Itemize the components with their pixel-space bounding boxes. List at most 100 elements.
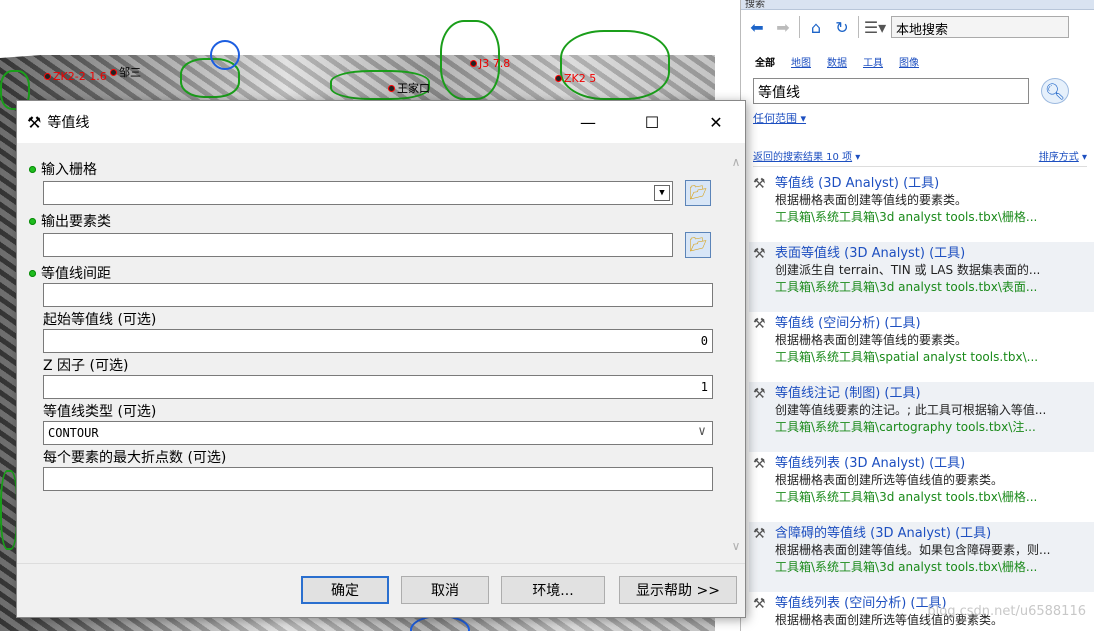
sort-dropdown[interactable]: 排序方式 ▾ [1039, 148, 1087, 163]
contour-interval-input[interactable] [43, 283, 713, 307]
show-help-button[interactable]: 显示帮助 >> [619, 576, 737, 604]
cancel-button[interactable]: 取消 [401, 576, 489, 604]
watermark: blog.csdn.net/u6588116 [927, 604, 1086, 619]
contour-interval-label: 等值线间距 [29, 263, 111, 283]
result-item[interactable]: ⚒ 等值线 (3D Analyst) (工具) 根据栅格表面创建等值线的要素类。… [749, 172, 1094, 242]
contour-type-label: 等值线类型 (可选) [43, 401, 156, 421]
result-description: 根据栅格表面创建所选等值线值的要素类。 [775, 473, 1004, 487]
result-path: 工具箱\系统工具箱\3d analyst tools.tbx\栅格... [775, 210, 1038, 224]
search-filters: 全部 地图 数据 工具 图像 [741, 44, 1094, 69]
result-item[interactable]: ⚒ 含障碍的等值线 (3D Analyst) (工具) 根据栅格表面创建等值线。… [749, 522, 1094, 592]
chevron-down-icon[interactable]: ∨ [732, 539, 741, 553]
map-point: 邹三 [110, 64, 141, 80]
maximize-button[interactable]: ☐ [623, 101, 681, 143]
toolbar-separator [858, 16, 859, 38]
input-raster-label-text: 输入栅格 [41, 162, 97, 178]
result-count-label: 返回的搜索结果 10 项 [753, 152, 853, 163]
contour-tool-dialog: ⚒ 等值线 — ☐ ✕ 输入栅格 ▼ 📂︎ 输出要素类 📂︎ 等值线间距 起始等… [16, 100, 746, 618]
contour-type-select[interactable]: CONTOUR ∨ [43, 421, 713, 445]
required-dot-icon [29, 217, 36, 225]
result-title[interactable]: 表面等值线 (3D Analyst) (工具) [775, 242, 1094, 261]
result-title[interactable]: 等值线 (3D Analyst) (工具) [775, 172, 1094, 191]
search-toolbar: ⬅ ➡ ⌂ ↻ ☰▾ 本地搜索 [741, 10, 1094, 44]
base-contour-label-text: 起始等值线 (可选) [43, 312, 157, 328]
back-arrow-icon[interactable]: ⬅ [747, 17, 767, 37]
hammer-icon: ⚒ [753, 176, 766, 192]
map-point: 王家口 [388, 80, 430, 96]
search-input[interactable]: 等值线 [753, 78, 1029, 104]
dropdown-arrow-icon[interactable]: ▼ [654, 185, 670, 201]
max-vertices-label: 每个要素的最大折点数 (可选) [43, 447, 226, 467]
browse-folder-button[interactable]: 📂︎ [685, 180, 711, 206]
z-factor-label: Z 因子 (可选) [43, 355, 128, 375]
search-scope-dropdown[interactable]: 本地搜索 [891, 16, 1069, 38]
map-point: ZK2 5 [555, 72, 596, 85]
search-pane-title: 搜索 [741, 0, 1094, 10]
filter-data[interactable]: 数据 [827, 54, 847, 69]
chevron-down-icon[interactable]: ∨ [698, 424, 706, 439]
output-features-label: 输出要素类 [29, 211, 111, 231]
result-description: 创建等值线要素的注记。; 此工具可根据输入等值... [775, 403, 1047, 417]
scope-dropdown[interactable]: 任何范围 ▾ [753, 110, 806, 126]
result-title[interactable]: 含障碍的等值线 (3D Analyst) (工具) [775, 522, 1094, 541]
base-contour-input[interactable]: 0 [43, 329, 713, 353]
sort-label: 排序方式 [1038, 152, 1079, 163]
result-title[interactable]: 等值线列表 (3D Analyst) (工具) [775, 452, 1094, 471]
result-item[interactable]: ⚒ 等值线 (空间分析) (工具) 根据栅格表面创建等值线的要素类。 工具箱\系… [749, 312, 1094, 382]
view-options-icon[interactable]: ☰▾ [864, 17, 886, 37]
search-icon[interactable]: 🔍︎ [1041, 78, 1069, 104]
hammer-icon: ⚒ [753, 316, 766, 332]
hammer-icon: ⚒ [753, 456, 766, 472]
input-raster-label: 输入栅格 [29, 159, 97, 179]
hammer-icon: ⚒ [753, 386, 766, 402]
result-path: 工具箱\系统工具箱\cartography tools.tbx\注... [775, 420, 1036, 434]
results-bar: 返回的搜索结果 10 项 ▾ 排序方式 ▾ [753, 148, 1087, 167]
result-path: 工具箱\系统工具箱\3d analyst tools.tbx\表面... [775, 280, 1038, 294]
filter-all[interactable]: 全部 [755, 54, 775, 69]
hammer-icon: ⚒ [753, 596, 766, 612]
chevron-up-icon[interactable]: ∧ [732, 155, 741, 169]
max-vertices-label-text: 每个要素的最大折点数 (可选) [43, 450, 227, 466]
refresh-icon[interactable]: ↻ [832, 17, 852, 37]
dialog-title-bar[interactable]: ⚒ 等值线 — ☐ ✕ [17, 101, 745, 143]
filter-tools[interactable]: 工具 [863, 54, 883, 69]
ok-button[interactable]: 确定 [301, 576, 389, 604]
filter-images[interactable]: 图像 [899, 54, 919, 69]
result-item[interactable]: ⚒ 等值线列表 (3D Analyst) (工具) 根据栅格表面创建所选等值线值… [749, 452, 1094, 522]
z-factor-input[interactable]: 1 [43, 375, 713, 399]
map-point-label: 邹三 [119, 66, 141, 79]
result-item[interactable]: ⚒ 等值线注记 (制图) (工具) 创建等值线要素的注记。; 此工具可根据输入等… [749, 382, 1094, 452]
filter-maps[interactable]: 地图 [791, 54, 811, 69]
scope-label: 任何范围 [753, 112, 797, 125]
input-raster-dropdown[interactable]: ▼ [43, 181, 673, 205]
close-button[interactable]: ✕ [687, 101, 745, 143]
base-contour-label: 起始等值线 (可选) [43, 309, 156, 329]
map-point-label: ZK2-2 1.6 [53, 70, 107, 83]
output-features-input[interactable] [43, 233, 673, 257]
map-point-label: ZK2 5 [564, 72, 597, 85]
parameter-form: 输入栅格 ▼ 📂︎ 输出要素类 📂︎ 等值线间距 起始等值线 (可选) 0 Z … [21, 145, 721, 563]
result-item[interactable]: ⚒ 表面等值线 (3D Analyst) (工具) 创建派生自 terrain、… [749, 242, 1094, 312]
map-point: ZK2-2 1.6 [44, 70, 107, 83]
z-factor-value: 1 [700, 380, 708, 394]
result-description: 创建派生自 terrain、TIN 或 LAS 数据集表面的... [775, 263, 1041, 277]
result-description: 根据栅格表面创建等值线的要素类。 [775, 193, 968, 207]
hammer-icon: ⚒ [753, 526, 766, 542]
contour-shape [560, 30, 670, 100]
environments-button[interactable]: 环境... [501, 576, 605, 604]
result-title[interactable]: 等值线 (空间分析) (工具) [775, 312, 1094, 331]
map-point-label: J3 7.8 [479, 57, 511, 70]
home-icon[interactable]: ⌂ [806, 17, 826, 37]
form-scrollbar[interactable]: ∧ ∨ [727, 145, 745, 563]
forward-arrow-icon[interactable]: ➡ [773, 17, 793, 37]
result-description: 根据栅格表面创建等值线。如果包含障碍要素，则... [775, 543, 1051, 557]
minimize-button[interactable]: — [559, 101, 617, 143]
max-vertices-input[interactable] [43, 467, 713, 491]
result-title[interactable]: 等值线注记 (制图) (工具) [775, 382, 1094, 401]
browse-folder-button[interactable]: 📂︎ [685, 232, 711, 258]
screen: ZK2-2 1.6 邹三 王家口 J3 7.8 ZK2 5 搜索 ⬅ ➡ ⌂ ↻… [0, 0, 1094, 631]
result-count-dropdown[interactable]: 返回的搜索结果 10 项 ▾ [753, 148, 860, 163]
hammer-icon: ⚒ [27, 112, 42, 132]
result-description: 根据栅格表面创建等值线的要素类。 [775, 333, 968, 347]
output-features-label-text: 输出要素类 [41, 214, 111, 230]
